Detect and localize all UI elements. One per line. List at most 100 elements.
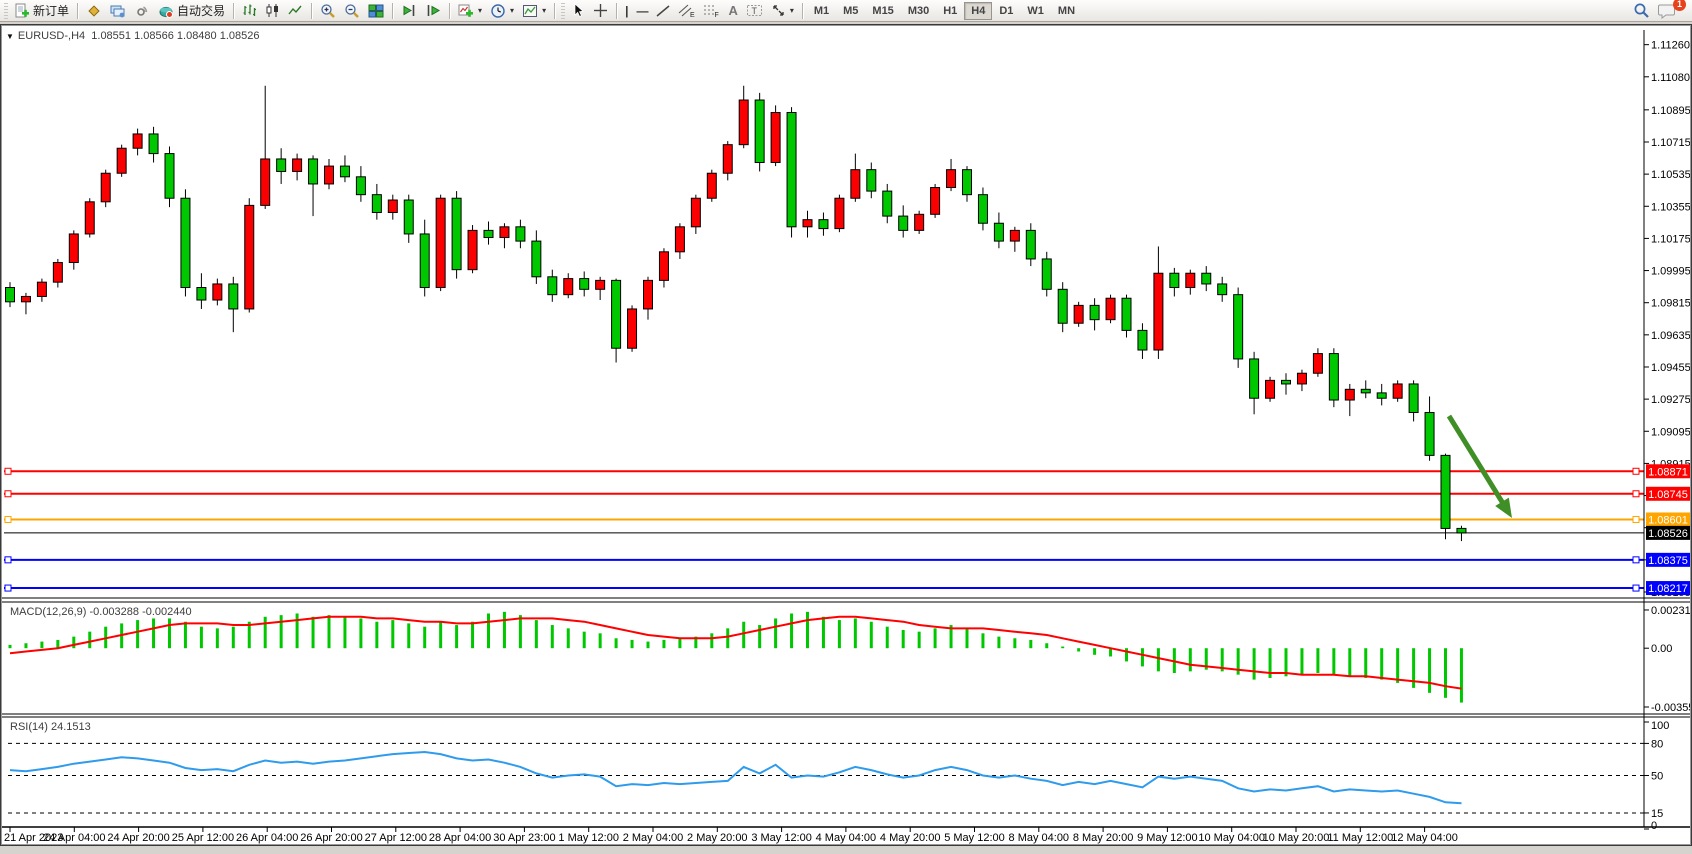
- trend-line-button[interactable]: [652, 1, 674, 21]
- macd-histogram-bar: [615, 638, 618, 648]
- candle-body: [420, 234, 429, 288]
- horizontal-line-button[interactable]: —: [632, 1, 652, 21]
- macd-histogram-bar: [519, 615, 522, 648]
- macd-histogram-bar: [647, 642, 650, 649]
- timeframe-m30[interactable]: M30: [901, 2, 936, 20]
- auto-scroll-button[interactable]: [421, 1, 445, 21]
- macd-histogram-bar: [678, 638, 681, 648]
- line-handle: [1633, 516, 1639, 522]
- candle-body: [851, 170, 860, 199]
- macd-histogram-bar: [1125, 648, 1128, 661]
- candle-body: [1282, 380, 1291, 384]
- indicators-button[interactable]: ▾: [454, 1, 486, 21]
- timeframe-w1[interactable]: W1: [1020, 2, 1051, 20]
- time-tick-label: 28 Apr 04:00: [429, 832, 491, 844]
- candle-body: [69, 234, 78, 263]
- price-tick-label: 1.09815: [1651, 298, 1691, 310]
- price-tick-label: 1.10895: [1651, 105, 1691, 117]
- timeframe-mn[interactable]: MN: [1051, 2, 1082, 20]
- macd-histogram-bar: [981, 633, 984, 648]
- price-line-label: 1.08375: [1648, 555, 1688, 567]
- candle-body: [1218, 284, 1227, 295]
- candle-body: [1266, 380, 1275, 398]
- timeframe-m15[interactable]: M15: [865, 2, 900, 20]
- line-chart-button[interactable]: [284, 1, 307, 21]
- chart-canvas[interactable]: 1.112601.110801.108951.107151.105351.103…: [0, 24, 1692, 846]
- candle-body: [1106, 298, 1115, 319]
- crosshair-button[interactable]: [589, 1, 612, 21]
- macd-histogram-bar: [535, 620, 538, 648]
- new-order-button[interactable]: 新订单: [10, 1, 73, 21]
- timeframe-d1[interactable]: D1: [992, 2, 1020, 20]
- bar-chart-button[interactable]: [238, 1, 261, 21]
- macd-histogram-bar: [1061, 647, 1064, 649]
- vertical-line-button[interactable]: |: [621, 1, 632, 21]
- line-handle: [5, 491, 11, 497]
- svg-text:E: E: [690, 12, 695, 18]
- time-tick-label: 3 May 12:00: [751, 832, 812, 844]
- separator: [233, 3, 234, 19]
- market-watch-button[interactable]: [82, 1, 106, 21]
- macd-histogram-bar: [806, 612, 809, 648]
- candle-body: [1186, 273, 1195, 287]
- candle-body: [659, 252, 668, 281]
- separator: [554, 3, 555, 19]
- separator: [802, 3, 803, 19]
- time-tick-label: 25 Apr 12:00: [172, 832, 234, 844]
- candle-body: [53, 263, 62, 283]
- candle-body: [1409, 384, 1418, 413]
- zoom-in-button[interactable]: [316, 1, 340, 21]
- svg-text:T: T: [751, 6, 757, 16]
- candle-body: [723, 145, 732, 174]
- candle-body: [787, 113, 796, 227]
- terminal-button[interactable]: [130, 1, 154, 21]
- candle-body: [1441, 455, 1450, 528]
- cursor-button[interactable]: [567, 1, 589, 21]
- timeframe-h4[interactable]: H4: [964, 2, 992, 20]
- periods-button[interactable]: ▾: [486, 1, 518, 21]
- channel-button[interactable]: E: [674, 1, 699, 21]
- macd-histogram-bar: [662, 640, 665, 648]
- text-button[interactable]: A: [724, 1, 741, 21]
- candle-body: [1122, 298, 1131, 330]
- trend-arrow[interactable]: [1449, 416, 1507, 509]
- text-label-button[interactable]: T: [742, 1, 767, 21]
- zoom-out-button[interactable]: [340, 1, 364, 21]
- chart-window: 1.112601.110801.108951.107151.105351.103…: [0, 24, 1692, 846]
- timeframe-m1[interactable]: M1: [807, 2, 836, 20]
- macd-indicator-label: MACD(12,26,9): [10, 606, 86, 618]
- macd-histogram-bar: [88, 632, 91, 649]
- arrows-tool-button[interactable]: ▾: [767, 1, 798, 21]
- price-line-label: 1.08217: [1648, 583, 1688, 595]
- macd-histogram-bar: [1141, 648, 1144, 666]
- timeframe-m5[interactable]: M5: [836, 2, 865, 20]
- time-tick-label: 2 May 20:00: [687, 832, 748, 844]
- price-tick-label: 1.11080: [1651, 72, 1690, 84]
- cursor-icon: [571, 3, 585, 18]
- tile-windows-button[interactable]: [364, 1, 388, 21]
- navigator-button[interactable]: [106, 1, 130, 21]
- templates-button[interactable]: ▾: [518, 1, 550, 21]
- timeframe-h1[interactable]: H1: [936, 2, 964, 20]
- macd-histogram-bar: [1013, 638, 1016, 648]
- fibonacci-button[interactable]: F: [699, 1, 724, 21]
- macd-histogram-bar: [551, 625, 554, 648]
- price-tick-label: 1.10355: [1651, 201, 1691, 213]
- search-button[interactable]: [1629, 1, 1654, 21]
- candle-body: [771, 113, 780, 163]
- rsi-line: [10, 752, 1462, 803]
- macd-histogram-bar: [710, 633, 713, 648]
- macd-histogram-bar: [40, 642, 43, 649]
- chart-menu-arrow-icon[interactable]: ▼: [6, 32, 14, 41]
- price-tick-label: 1.11260: [1651, 40, 1690, 52]
- separator: [616, 3, 617, 19]
- macd-histogram-bar: [1348, 648, 1351, 676]
- status-strip: [0, 846, 1692, 854]
- chat-button[interactable]: 1: [1654, 1, 1680, 21]
- auto-trading-label: 自动交易: [177, 2, 225, 19]
- auto-trading-button[interactable]: 自动交易: [154, 1, 229, 21]
- candlestick-button[interactable]: [261, 1, 284, 21]
- candle-body: [883, 191, 892, 216]
- chart-shift-button[interactable]: [397, 1, 421, 21]
- macd-indicator-values: -0.003288 -0.002440: [86, 606, 191, 618]
